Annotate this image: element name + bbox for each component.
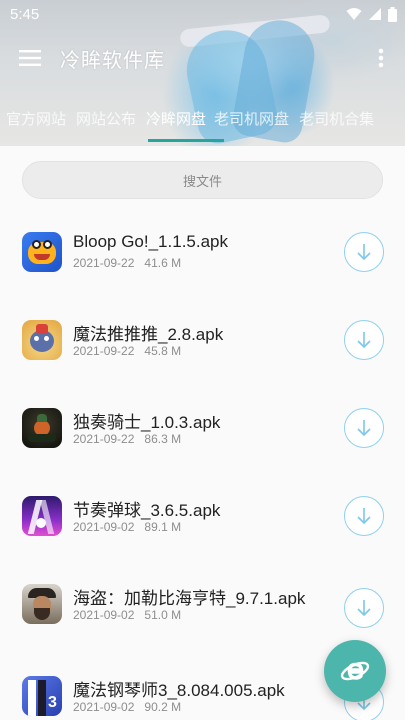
hamburger-icon xyxy=(19,50,41,66)
more-options-button[interactable] xyxy=(371,46,391,70)
file-size: 45.8 M xyxy=(144,344,182,358)
pirate-hunter-app-icon xyxy=(22,584,62,624)
file-name: 节奏弹球_3.6.5.apk xyxy=(73,501,221,520)
file-name: 魔法推推推_2.8.apk xyxy=(73,325,224,344)
file-size: 86.3 M xyxy=(144,432,182,446)
more-vert-icon xyxy=(378,48,384,68)
status-time: 5:45 xyxy=(10,5,40,23)
download-button[interactable] xyxy=(344,588,384,628)
tab-driver-netdisk[interactable]: 老司机网盘 xyxy=(210,108,293,129)
file-meta: 2021-09-02 89.1 M xyxy=(73,520,181,534)
download-button[interactable] xyxy=(344,232,384,272)
file-row[interactable]: Bloop Go!_1.1.5.apk 2021-09-22 41.6 M xyxy=(0,210,405,298)
file-name: Bloop Go!_1.1.5.apk xyxy=(73,232,229,251)
browser-e-icon xyxy=(340,661,370,681)
menu-button[interactable] xyxy=(0,34,60,82)
file-row[interactable]: 海盗：加勒比海亨特_9.7.1.apk 2021-09-02 51.0 M xyxy=(0,562,405,650)
tab-bar: 官方网站 网站公布 冷眸网盘 老司机网盘 老司机合集 xyxy=(0,98,405,138)
file-meta: 2021-09-22 45.8 M xyxy=(73,344,181,358)
battery-icon xyxy=(388,6,397,22)
wifi-icon xyxy=(346,8,362,20)
download-arrow-icon xyxy=(357,508,371,525)
download-button[interactable] xyxy=(344,496,384,536)
file-size: 51.0 M xyxy=(144,608,182,622)
download-button[interactable] xyxy=(344,320,384,360)
rhythm-ball-app-icon xyxy=(22,496,62,536)
file-date: 2021-09-22 xyxy=(73,344,135,358)
bloop-go-app-icon xyxy=(22,232,62,272)
file-row[interactable]: 节奏弹球_3.6.5.apk 2021-09-02 89.1 M xyxy=(0,474,405,562)
app-bar: 冷眸软件库 xyxy=(0,34,405,82)
magic-push-app-icon xyxy=(22,320,62,360)
file-date: 2021-09-02 xyxy=(73,520,135,534)
signal-icon xyxy=(369,8,381,20)
file-meta: 2021-09-22 41.6 M xyxy=(73,256,181,270)
status-bar: 5:45 xyxy=(0,0,405,28)
active-tab-indicator xyxy=(148,139,224,142)
file-date: 2021-09-22 xyxy=(73,256,135,270)
file-size: 41.6 M xyxy=(144,256,182,270)
download-arrow-icon xyxy=(357,420,371,437)
file-meta: 2021-09-02 51.0 M xyxy=(73,608,181,622)
download-button[interactable] xyxy=(344,408,384,448)
file-row[interactable]: 魔法推推推_2.8.apk 2021-09-22 45.8 M xyxy=(0,298,405,386)
app-title: 冷眸软件库 xyxy=(60,49,165,72)
tab-lengmou-netdisk[interactable]: 冷眸网盘 xyxy=(142,108,210,129)
file-size: 90.2 M xyxy=(144,700,182,714)
search-input[interactable]: 搜文件 xyxy=(22,161,383,199)
file-name: 独奏骑士_1.0.3.apk xyxy=(73,413,221,432)
file-date: 2021-09-02 xyxy=(73,608,135,622)
file-date: 2021-09-22 xyxy=(73,432,135,446)
download-arrow-icon xyxy=(357,600,371,617)
browser-fab-button[interactable] xyxy=(324,640,386,702)
file-row[interactable]: 独奏骑士_1.0.3.apk 2021-09-22 86.3 M xyxy=(0,386,405,474)
tab-driver-collection[interactable]: 老司机合集 xyxy=(295,108,378,129)
magic-piano-app-icon: 3 xyxy=(22,676,62,716)
file-date: 2021-09-02 xyxy=(73,700,135,714)
tab-official-site[interactable]: 官方网站 xyxy=(2,108,70,129)
file-meta: 2021-09-02 90.2 M xyxy=(73,700,181,714)
file-size: 89.1 M xyxy=(144,520,182,534)
solo-knight-app-icon xyxy=(22,408,62,448)
tab-site-announcement[interactable]: 网站公布 xyxy=(72,108,140,129)
download-arrow-icon xyxy=(357,244,371,261)
file-name: 魔法钢琴师3_8.084.005.apk xyxy=(73,681,285,700)
download-arrow-icon xyxy=(357,332,371,349)
file-name: 海盗：加勒比海亨特_9.7.1.apk xyxy=(73,589,306,608)
file-meta: 2021-09-22 86.3 M xyxy=(73,432,181,446)
